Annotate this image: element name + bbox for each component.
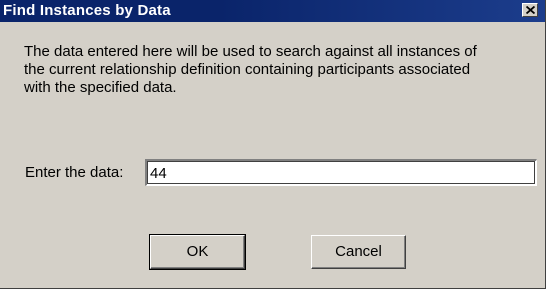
title-bar[interactable]: Find Instances by Data xyxy=(0,0,545,22)
close-button[interactable] xyxy=(522,3,538,17)
description-line: with the specified data. xyxy=(24,79,177,96)
find-instances-dialog: Find Instances by Data The data entered … xyxy=(0,0,546,289)
description-line: The data entered here will be used to se… xyxy=(24,43,477,60)
description-line: the current relationship definition cont… xyxy=(24,61,471,78)
data-field-label: Enter the data: xyxy=(25,164,124,181)
ok-button[interactable]: OK xyxy=(149,234,246,270)
data-input[interactable] xyxy=(145,159,537,186)
close-icon xyxy=(526,6,535,14)
cancel-button[interactable]: Cancel xyxy=(311,235,406,269)
description-text: The data entered here will be used to se… xyxy=(24,43,524,97)
dialog-title: Find Instances by Data xyxy=(3,2,171,19)
